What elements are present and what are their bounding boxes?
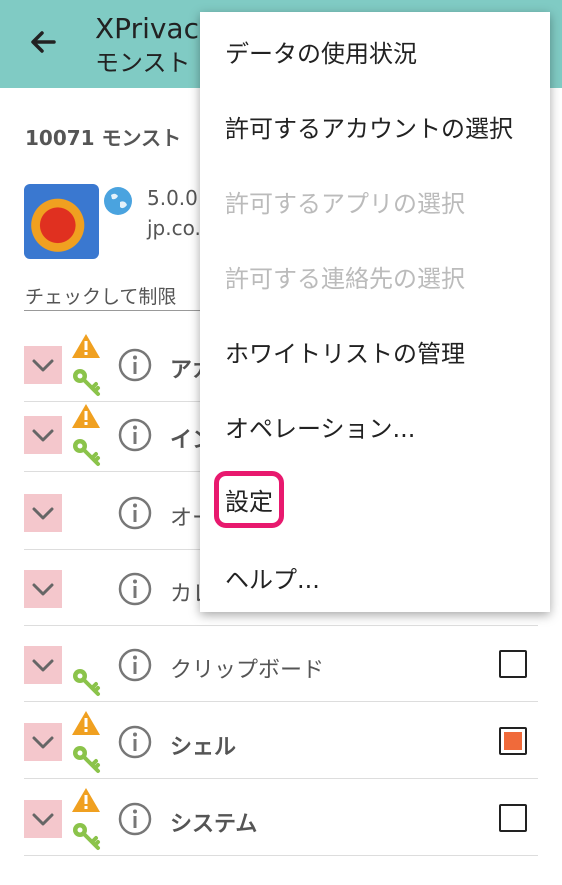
- expand-chevron-icon[interactable]: [24, 494, 62, 532]
- globe-icon: [104, 187, 132, 215]
- key-icon: [70, 820, 102, 852]
- menu-item[interactable]: オペレーション...: [225, 409, 415, 444]
- restriction-label: クリップボード: [170, 658, 325, 683]
- restriction-label: システム: [170, 812, 258, 837]
- back-arrow-icon[interactable]: [24, 22, 64, 62]
- info-icon[interactable]: [118, 348, 152, 382]
- overflow-menu: データの使用状況許可するアカウントの選択 許可するアプリの選択 許可する連絡先の選択…: [200, 12, 550, 612]
- app-icon: [24, 184, 99, 259]
- menu-item[interactable]: 許可するアプリの選択: [225, 184, 465, 219]
- key-icon: [70, 666, 102, 698]
- info-icon[interactable]: [118, 725, 152, 759]
- key-icon: [70, 436, 102, 468]
- menu-item[interactable]: 設定: [214, 471, 284, 528]
- menu-item[interactable]: データの使用状況: [225, 34, 417, 69]
- menu-item[interactable]: ホワイトリストの管理: [225, 334, 465, 369]
- row-divider: [24, 778, 538, 779]
- restriction-label: シェル: [170, 735, 237, 760]
- menu-item[interactable]: 許可する連絡先の選択: [225, 259, 465, 294]
- warning-icon: [70, 709, 102, 737]
- expand-chevron-icon[interactable]: [24, 416, 62, 454]
- app-package: jp.co.: [147, 216, 201, 240]
- app-bar-subtitle: モンスト: [95, 49, 191, 77]
- app-name-line: 10071 モンスト: [25, 126, 182, 150]
- menu-item[interactable]: 許可するアカウントの選択: [225, 109, 513, 144]
- row-divider: [24, 701, 538, 702]
- expand-chevron-icon[interactable]: [24, 570, 62, 608]
- key-icon: [70, 743, 102, 775]
- warning-icon: [70, 332, 102, 360]
- expand-chevron-icon[interactable]: [24, 800, 62, 838]
- info-icon[interactable]: [118, 648, 152, 682]
- app-bar-title: XPrivacy: [95, 12, 216, 45]
- restriction-row[interactable]: システム: [24, 780, 538, 856]
- menu-item[interactable]: ヘルプ...: [225, 560, 320, 595]
- warning-icon: [70, 786, 102, 814]
- restriction-row[interactable]: シェル: [24, 703, 538, 779]
- info-icon[interactable]: [118, 496, 152, 530]
- info-icon[interactable]: [118, 418, 152, 452]
- info-icon[interactable]: [118, 802, 152, 836]
- warning-icon: [70, 402, 102, 430]
- row-divider: [24, 855, 538, 856]
- restrict-checkbox[interactable]: [499, 727, 527, 755]
- restrict-hint: チェックして制限: [25, 286, 177, 308]
- info-icon[interactable]: [118, 572, 152, 606]
- app-version: 5.0.0: [147, 186, 198, 210]
- expand-chevron-icon[interactable]: [24, 346, 62, 384]
- restrict-checkbox[interactable]: [499, 650, 527, 678]
- restriction-row[interactable]: クリップボード: [24, 626, 538, 702]
- expand-chevron-icon[interactable]: [24, 723, 62, 761]
- expand-chevron-icon[interactable]: [24, 646, 62, 684]
- key-icon: [70, 366, 102, 398]
- restrict-checkbox[interactable]: [499, 804, 527, 832]
